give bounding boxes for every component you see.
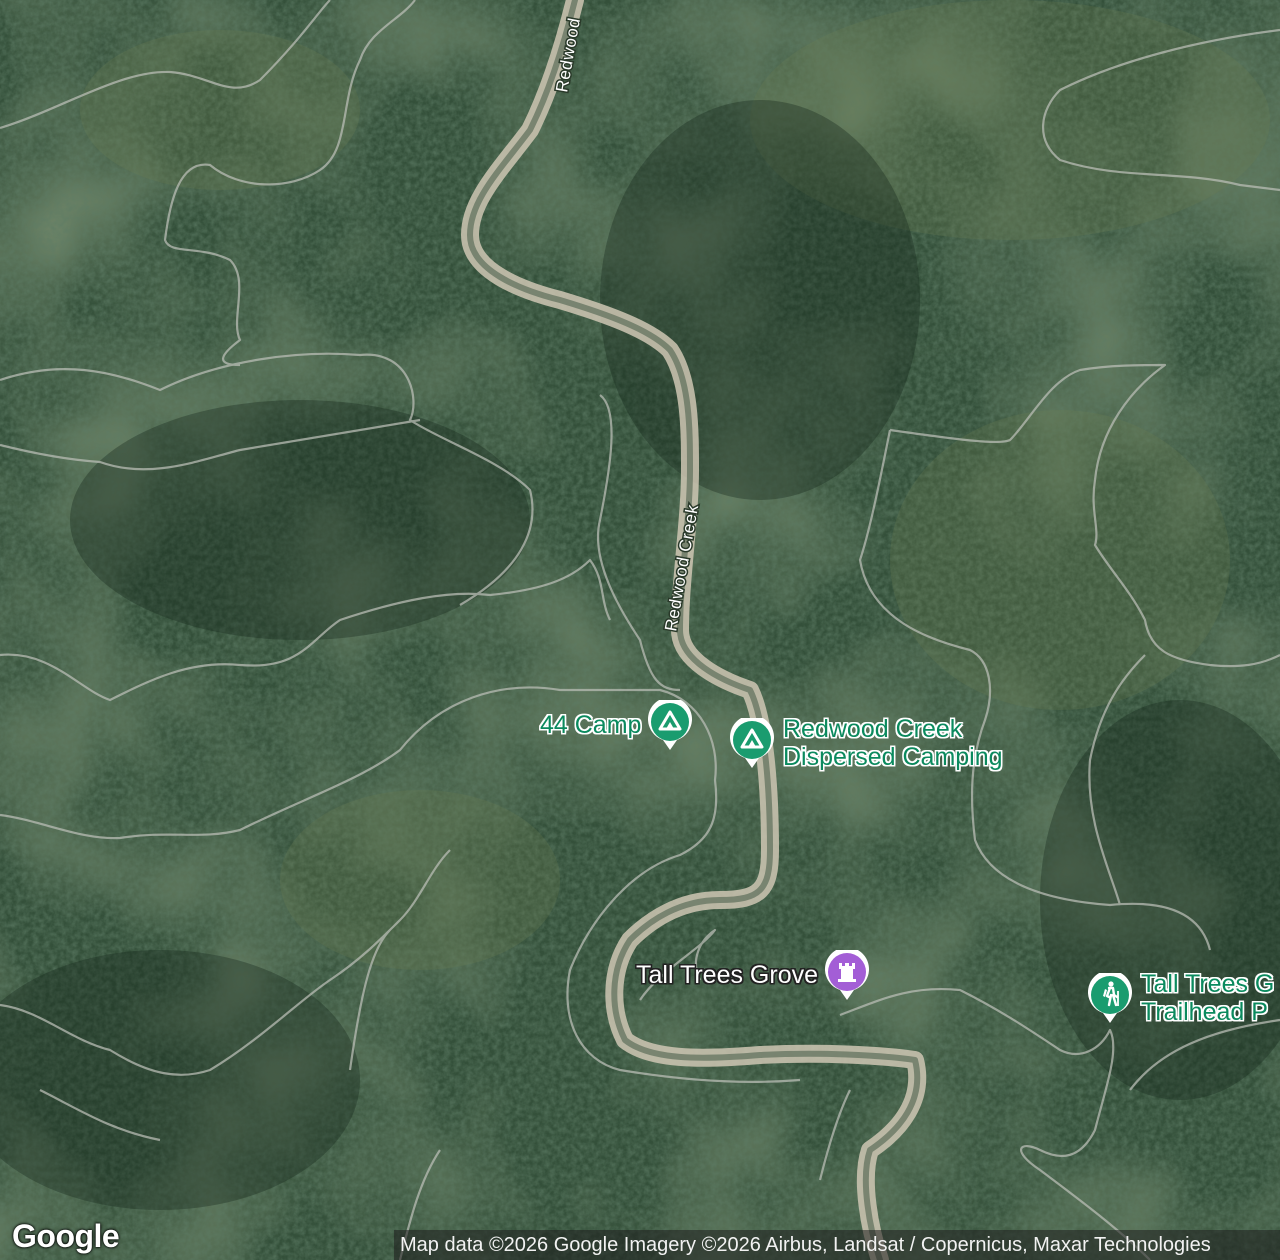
poi-label: Tall Trees G Trailhead P <box>1141 970 1274 1026</box>
hiking-icon <box>1087 973 1133 1023</box>
poi-label: Tall Trees Grove <box>636 961 819 989</box>
poi-label-line2: Trailhead P <box>1141 998 1268 1026</box>
poi-label-line1: Tall Trees G <box>1141 970 1275 998</box>
satellite-map[interactable]: Redwood Redwood Creek <box>0 0 1280 1260</box>
map-attribution[interactable]: Map data ©2026 Google Imagery ©2026 Airb… <box>394 1230 1280 1260</box>
campground-icon <box>647 700 693 750</box>
poi-redwood-creek-dispersed-camping[interactable]: Redwood Creek Dispersed Camping <box>729 715 1003 771</box>
poi-tall-trees-trailhead[interactable]: Tall Trees G Trailhead P <box>1087 970 1274 1026</box>
google-logo: Google <box>12 1218 120 1254</box>
poi-label: 44 Camp <box>540 711 642 739</box>
poi-label-line2: Dispersed Camping <box>783 743 1003 771</box>
poi-label: Redwood Creek Dispersed Camping <box>783 715 1003 771</box>
poi-label-line1: Redwood Creek <box>783 715 963 743</box>
campground-icon <box>729 718 775 768</box>
poi-tall-trees-grove[interactable]: Tall Trees Grove <box>636 950 870 1000</box>
monument-icon <box>824 950 870 1000</box>
poi-44-camp[interactable]: 44 Camp <box>540 700 693 750</box>
